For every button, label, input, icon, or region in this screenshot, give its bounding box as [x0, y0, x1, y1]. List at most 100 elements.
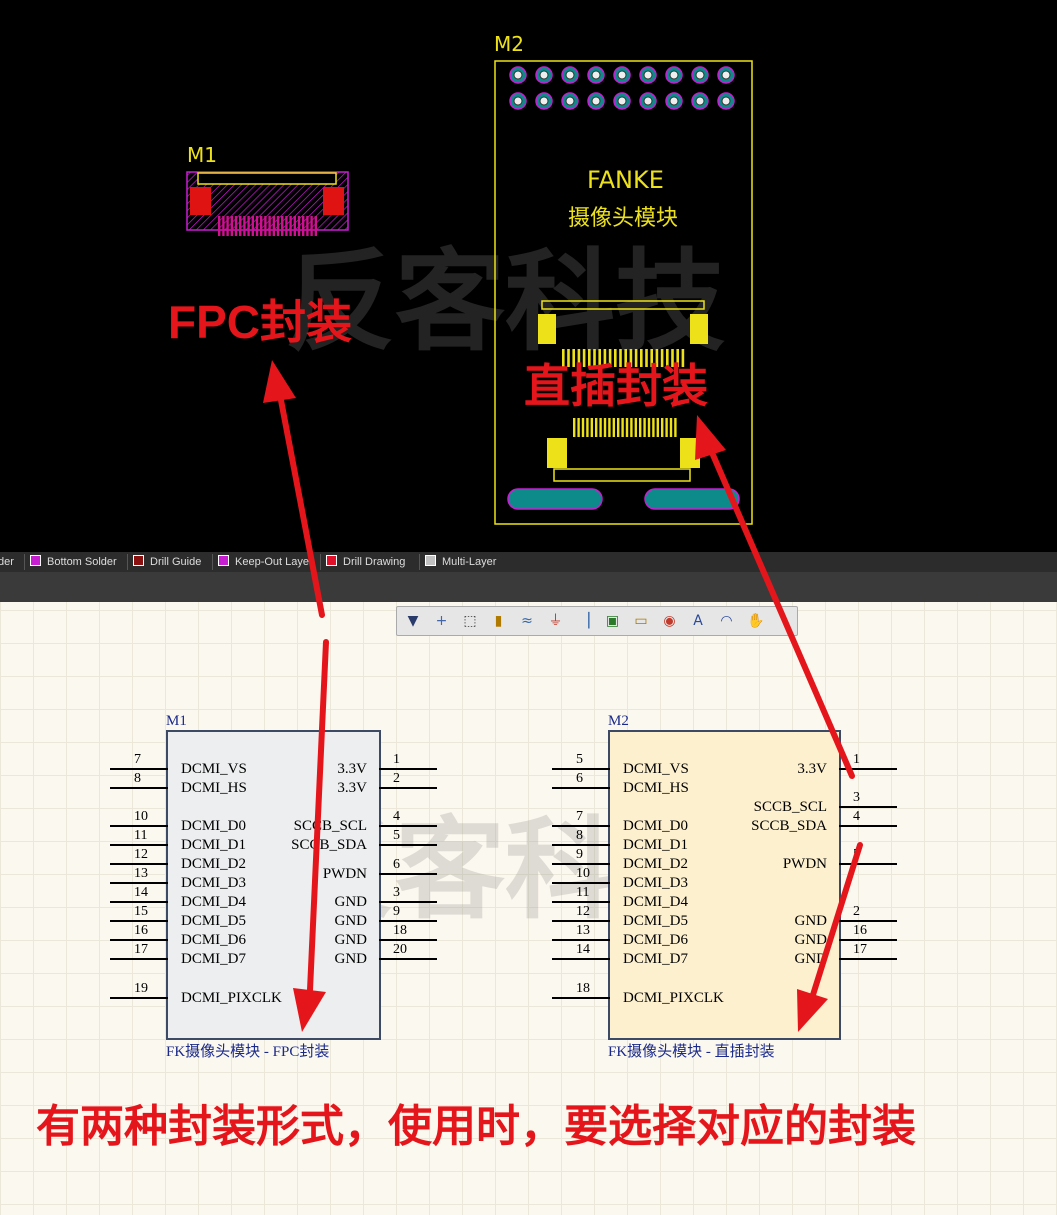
- m1-pin-name: DCMI_HS: [181, 780, 247, 796]
- m2-drill-hole: [643, 96, 653, 106]
- layer-tab-2[interactable]: Drill Guide: [133, 554, 201, 570]
- pcb-view[interactable]: 反客科技 M1 M2 FANKE 摄像头模块 FPC封装 直插封装: [0, 0, 1057, 552]
- m1-pin-name: DCMI_VS: [181, 761, 247, 777]
- m1-fpc-pad: [264, 216, 267, 236]
- m2-connector-pad: [665, 418, 668, 437]
- layer-tab-1[interactable]: Bottom Solder: [30, 554, 117, 570]
- m2-pin-number: 12: [576, 904, 590, 919]
- m2-pin-name: GND: [794, 932, 828, 948]
- m1-pin-line[interactable]: [110, 920, 168, 922]
- m2-pin-line[interactable]: [552, 787, 610, 789]
- m1-pin-line[interactable]: [379, 920, 437, 922]
- m1-fpc-pad: [314, 216, 317, 236]
- component-icon[interactable]: ▮: [491, 613, 507, 629]
- m2-designator[interactable]: M2: [608, 713, 629, 730]
- m1-fpc-pad: [222, 216, 225, 236]
- m1-pin-line[interactable]: [379, 844, 437, 846]
- m2-pin-line[interactable]: [552, 958, 610, 960]
- m2-drill-hole: [669, 96, 679, 106]
- m2-pin-line[interactable]: [552, 882, 610, 884]
- m2-dip-footprint[interactable]: [490, 56, 760, 531]
- m2-pin-line[interactable]: [839, 958, 897, 960]
- m2-pin-line[interactable]: [839, 863, 897, 865]
- m1-pin-line[interactable]: [379, 901, 437, 903]
- layer-tab-separator: [419, 554, 420, 570]
- dip-package-label: 直插封装: [524, 360, 708, 412]
- m1-pin-line[interactable]: [110, 825, 168, 827]
- m2-drill-hole: [539, 70, 549, 80]
- bottom-note: 有两种封装形式，使用时，要选择对应的封装: [36, 1102, 916, 1151]
- m1-pin-name: DCMI_D3: [181, 875, 247, 891]
- m1-pin-name: DCMI_D2: [181, 856, 247, 872]
- m1-fpc-pad: [251, 216, 254, 236]
- m1-pin-name: GND: [334, 932, 368, 948]
- m1-pin-name: DCMI_D6: [181, 932, 247, 948]
- m1-fpc-pad: [247, 216, 250, 236]
- select-rect-icon[interactable]: ⬚: [462, 613, 478, 629]
- error-icon[interactable]: ◉: [662, 613, 678, 629]
- m2-pin-line[interactable]: [839, 939, 897, 941]
- layer-tab-4[interactable]: Drill Drawing: [326, 554, 405, 570]
- m1-pin-number: 14: [134, 885, 148, 900]
- hand-icon[interactable]: ✋: [747, 613, 764, 629]
- ground-icon[interactable]: ⏚: [548, 613, 564, 629]
- m2-pin-line[interactable]: [552, 901, 610, 903]
- m2-connector-pad: [581, 418, 585, 437]
- m1-fpc-footprint[interactable]: [185, 170, 350, 240]
- m2-pin-line[interactable]: [552, 939, 610, 941]
- m1-pin-line[interactable]: [379, 787, 437, 789]
- m1-pin-line[interactable]: [110, 882, 168, 884]
- m2-pin-line[interactable]: [552, 768, 610, 770]
- layer-tab-3[interactable]: Keep-Out Layer: [218, 554, 313, 570]
- m2-pin-number: 9: [576, 847, 583, 862]
- m1-pin-line[interactable]: [379, 768, 437, 770]
- m2-pin-number: 5: [576, 752, 583, 767]
- text-icon[interactable]: A: [690, 613, 706, 629]
- m2-connector-pad: [577, 418, 580, 437]
- wire-icon[interactable]: ≈: [519, 613, 535, 629]
- filter-icon[interactable]: ▼: [405, 613, 421, 629]
- arc-icon[interactable]: ◠: [719, 613, 735, 629]
- net-label-icon[interactable]: ▭: [633, 613, 649, 629]
- m1-pin-name: DCMI_D4: [181, 894, 247, 910]
- m1-fpc-pad: [268, 216, 271, 236]
- m2-pin-line[interactable]: [839, 920, 897, 922]
- part-icon[interactable]: ▣: [605, 613, 621, 629]
- m1-pin-line[interactable]: [110, 844, 168, 846]
- m2-pin-line[interactable]: [552, 920, 610, 922]
- layer-tab-0[interactable]: der: [0, 554, 14, 570]
- m2-pin-line[interactable]: [552, 997, 610, 999]
- m2-pin-line[interactable]: [552, 825, 610, 827]
- m1-pin-line[interactable]: [110, 787, 168, 789]
- m2-pin-line[interactable]: [839, 825, 897, 827]
- m2-connector-pad: [656, 418, 659, 437]
- m1-pin-line[interactable]: [379, 939, 437, 941]
- m1-pin-line[interactable]: [110, 939, 168, 941]
- m2-pin-line[interactable]: [552, 863, 610, 865]
- m1-pin-line[interactable]: [379, 873, 437, 875]
- m1-pin-number: 9: [393, 904, 400, 919]
- m1-fpc-pad: [239, 216, 242, 236]
- layer-tab-5[interactable]: Multi-Layer: [425, 554, 496, 570]
- m2-connector-pad: [643, 418, 646, 437]
- m1-pin-line[interactable]: [110, 901, 168, 903]
- cross-icon[interactable]: +: [434, 613, 450, 629]
- m2-pin-line[interactable]: [839, 806, 897, 808]
- m1-pin-line[interactable]: [379, 825, 437, 827]
- m1-pin-line[interactable]: [110, 863, 168, 865]
- m2-pin-number: 16: [853, 923, 867, 938]
- m1-pin-line[interactable]: [110, 768, 168, 770]
- m2-comment[interactable]: FK摄像头模块 - 直插封装: [608, 1040, 775, 1061]
- m1-pin-line[interactable]: [379, 958, 437, 960]
- m2-pin-number: 10: [576, 866, 590, 881]
- m1-pin-line[interactable]: [110, 997, 168, 999]
- m2-drill-hole: [617, 96, 627, 106]
- m1-pin-number: 7: [134, 752, 141, 767]
- m2-connector-pad: [617, 418, 620, 437]
- m2-pin-line[interactable]: [839, 768, 897, 770]
- m1-comment[interactable]: FK摄像头模块 - FPC封装: [166, 1040, 329, 1061]
- m1-designator[interactable]: M1: [166, 713, 187, 730]
- m2-pin-line[interactable]: [552, 844, 610, 846]
- m1-pin-line[interactable]: [110, 958, 168, 960]
- port-icon[interactable]: ▕: [576, 613, 592, 629]
